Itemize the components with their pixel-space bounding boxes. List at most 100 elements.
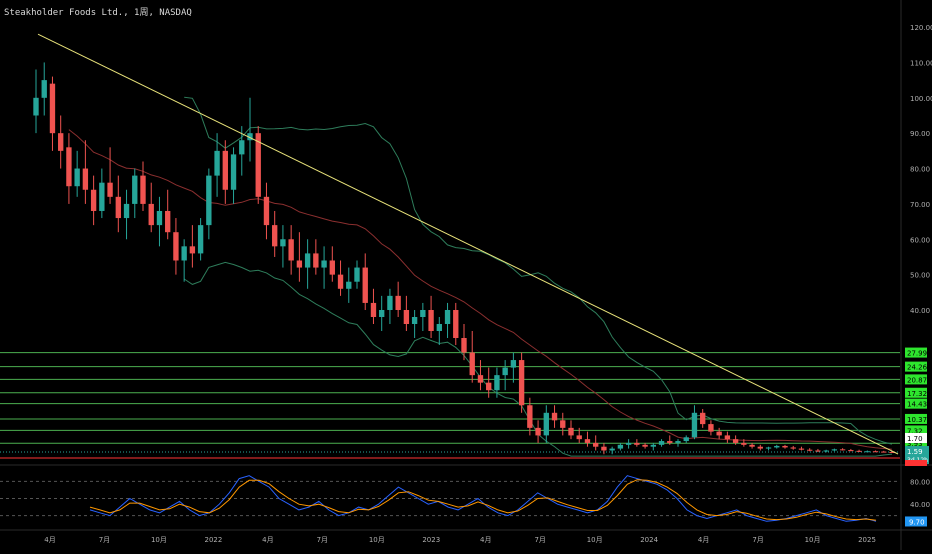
reference-price-label: 1.70	[907, 435, 923, 443]
candle-body	[584, 439, 591, 443]
candle-body	[444, 310, 451, 324]
candle-body	[510, 360, 517, 368]
oscillator-value-label: 9.70	[909, 518, 925, 526]
candle-body	[634, 442, 640, 445]
candle-body	[502, 367, 508, 376]
candle-body	[461, 338, 467, 353]
x-tick-label: 7月	[99, 536, 110, 544]
candle-body	[708, 424, 714, 432]
y-tick-label: 80.00	[910, 166, 930, 174]
candle-body	[74, 168, 80, 187]
candle-body	[765, 447, 772, 449]
candle-body	[41, 80, 47, 98]
candle-body	[716, 431, 722, 436]
support-badge-label: 27.99	[907, 350, 927, 358]
candle-body	[263, 196, 270, 226]
candle-body	[617, 444, 624, 449]
y-tick-label: 50.00	[910, 272, 930, 280]
candle-body	[823, 450, 829, 452]
candle-body	[420, 310, 426, 317]
candle-body	[214, 150, 220, 176]
candle-body	[49, 83, 56, 134]
x-tick-label: 2024	[640, 536, 658, 544]
candle-body	[370, 302, 377, 317]
candle-body	[313, 253, 319, 268]
x-tick-label: 4月	[698, 536, 709, 544]
candle-body	[288, 239, 294, 261]
candle-body	[379, 310, 385, 317]
candle-body	[576, 435, 582, 440]
candle-body	[123, 203, 130, 219]
candle-body	[165, 210, 171, 233]
candle-body	[856, 450, 862, 452]
candle-body	[272, 225, 278, 247]
x-tick-label: 4月	[480, 536, 491, 544]
candle-body	[691, 412, 698, 438]
candle-body	[732, 439, 739, 443]
candle-body	[115, 196, 121, 219]
candle-body	[428, 310, 434, 331]
candle-body	[848, 450, 854, 452]
oscillator-y-tick-label: 40.00	[910, 501, 930, 509]
support-badge-label: 24.26	[907, 364, 928, 372]
support-badge-label: 14.43	[907, 401, 927, 409]
candle-body	[156, 210, 163, 226]
candle-body	[280, 239, 286, 247]
current-price-label: 1.59	[907, 448, 923, 456]
y-tick-label: 110.00	[910, 59, 932, 67]
candle-body	[609, 448, 615, 451]
candle-body	[774, 445, 780, 448]
candle-body	[642, 444, 648, 447]
x-tick-label: 4月	[44, 536, 55, 544]
candle-body	[107, 182, 113, 197]
candle-body	[132, 175, 138, 204]
candle-body	[601, 446, 607, 451]
candle-body	[148, 203, 154, 226]
candle-body	[82, 168, 89, 190]
x-tick-label: 4月	[262, 536, 273, 544]
support-badge-label: 17.32	[907, 390, 927, 398]
candle-body	[206, 175, 212, 226]
candle-body	[518, 360, 525, 406]
candle-body	[881, 451, 887, 453]
candle-body	[839, 449, 846, 451]
candle-body	[222, 150, 228, 190]
candle-body	[296, 260, 303, 268]
candle-body	[494, 375, 500, 391]
candle-body	[321, 260, 327, 268]
candle-body	[815, 450, 821, 452]
x-tick-label: 10月	[151, 536, 167, 544]
candle-body	[560, 420, 566, 428]
support-badge-label: 10.37	[907, 416, 927, 424]
x-tick-label: 7月	[752, 536, 763, 544]
candle-body	[304, 253, 311, 268]
y-tick-label: 120.00	[910, 24, 932, 32]
candle-body	[181, 246, 187, 261]
y-tick-label: 40.00	[910, 307, 930, 315]
candle-body	[230, 154, 237, 190]
candle-body	[724, 435, 731, 440]
x-tick-label: 10月	[369, 536, 385, 544]
y-tick-label: 70.00	[910, 201, 930, 209]
candle-body	[436, 324, 442, 331]
x-tick-label: 7月	[534, 536, 545, 544]
candle-body	[700, 412, 706, 425]
candle-body	[453, 310, 459, 338]
red-baseline-badge	[905, 460, 927, 466]
candle-body	[140, 175, 146, 204]
candle-body	[387, 295, 393, 310]
candle-body	[568, 427, 574, 436]
candle-body	[411, 317, 418, 324]
x-tick-label: 2022	[204, 536, 222, 544]
chart-canvas[interactable]: 120.00 110.00 100.00 90.00 80.00 70.00 60.00 50…	[0, 0, 932, 550]
candle-body	[675, 441, 681, 443]
y-tick-label: 100.00	[910, 95, 932, 103]
candle-body	[807, 449, 813, 451]
candle-body	[741, 442, 747, 445]
x-tick-label: 2025	[858, 536, 876, 544]
candle-body	[486, 382, 492, 391]
candle-body	[362, 267, 368, 303]
candle-body	[90, 189, 97, 211]
candle-body	[683, 437, 689, 442]
candle-body	[658, 441, 665, 445]
